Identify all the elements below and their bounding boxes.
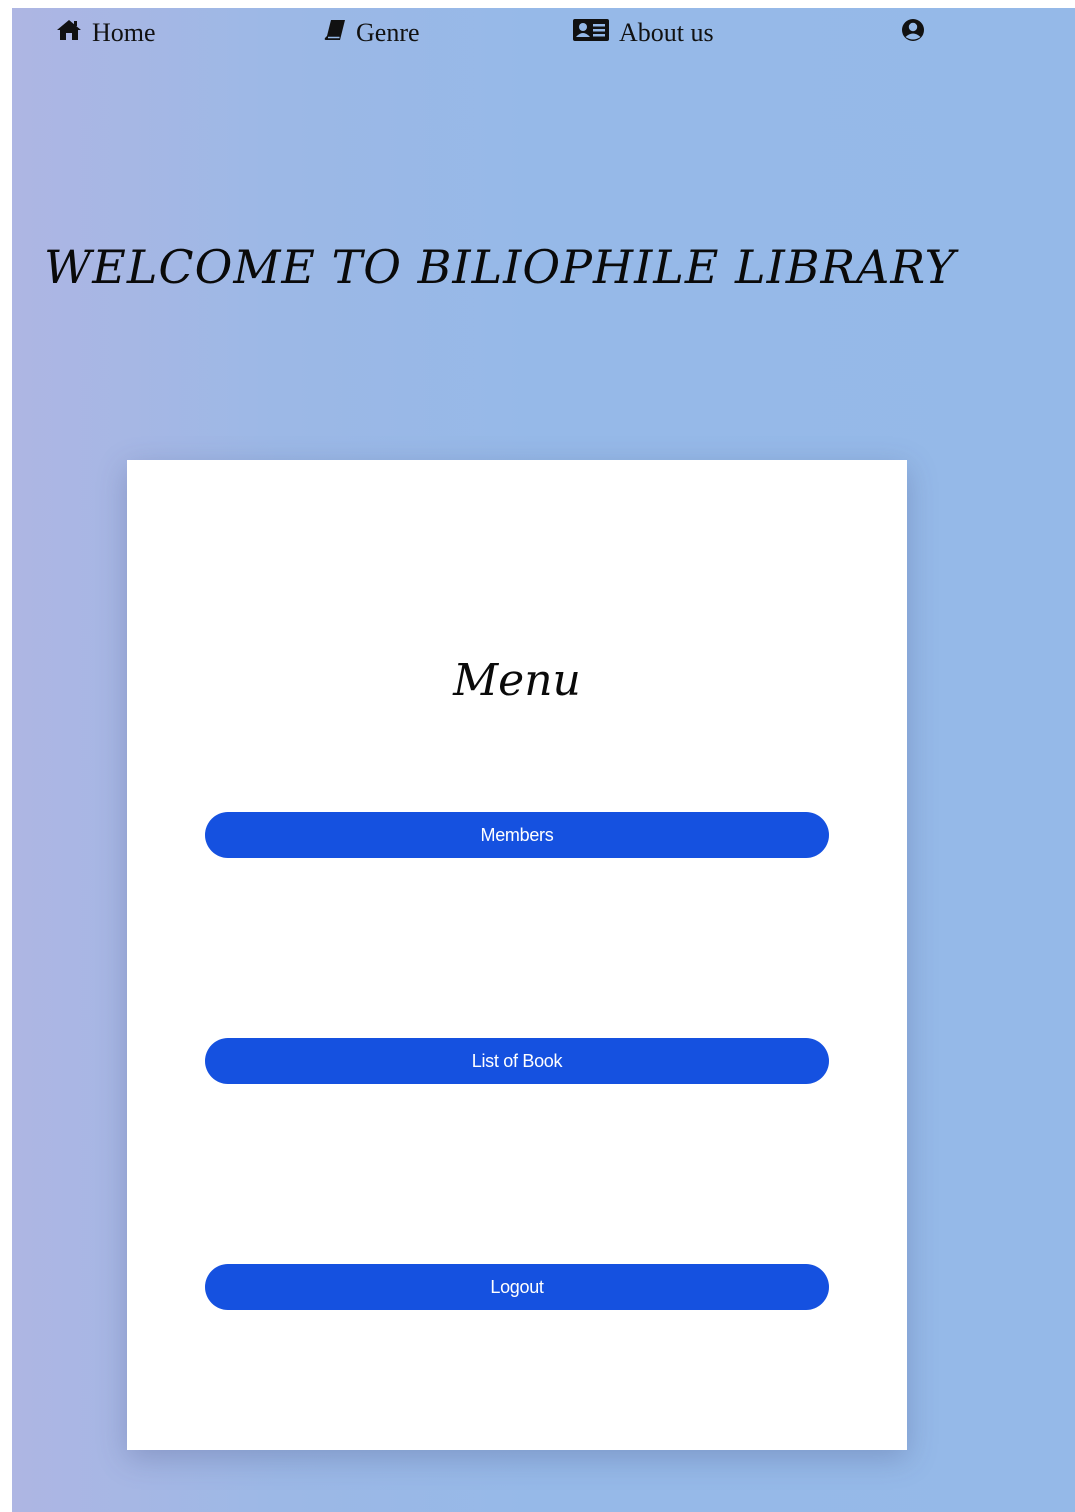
welcome-heading: WELCOME TO BILIOPHILE LIBRARY bbox=[44, 240, 956, 294]
nav-genre-link[interactable]: Genre bbox=[324, 16, 420, 50]
id-card-icon bbox=[573, 18, 609, 49]
nav-about-link[interactable]: About us bbox=[573, 16, 714, 50]
members-button[interactable]: Members bbox=[205, 812, 829, 858]
nav-home-label: Home bbox=[92, 18, 156, 47]
logout-button[interactable]: Logout bbox=[205, 1264, 829, 1310]
list-of-book-button[interactable]: List of Book bbox=[205, 1038, 829, 1084]
nav-about-label: About us bbox=[619, 18, 714, 47]
page-background: Home Genre About us WELCOME TO BILIOPHIL… bbox=[12, 8, 1075, 1512]
user-circle-icon bbox=[901, 18, 925, 49]
book-icon bbox=[324, 18, 346, 48]
nav-genre-label: Genre bbox=[356, 18, 420, 47]
nav-home-link[interactable]: Home bbox=[56, 16, 156, 50]
menu-card: Menu Members List of Book Logout bbox=[127, 460, 907, 1450]
user-profile-link[interactable] bbox=[901, 16, 935, 50]
top-nav: Home Genre About us bbox=[12, 8, 1075, 60]
menu-title: Menu bbox=[453, 655, 581, 706]
home-icon bbox=[56, 18, 82, 48]
